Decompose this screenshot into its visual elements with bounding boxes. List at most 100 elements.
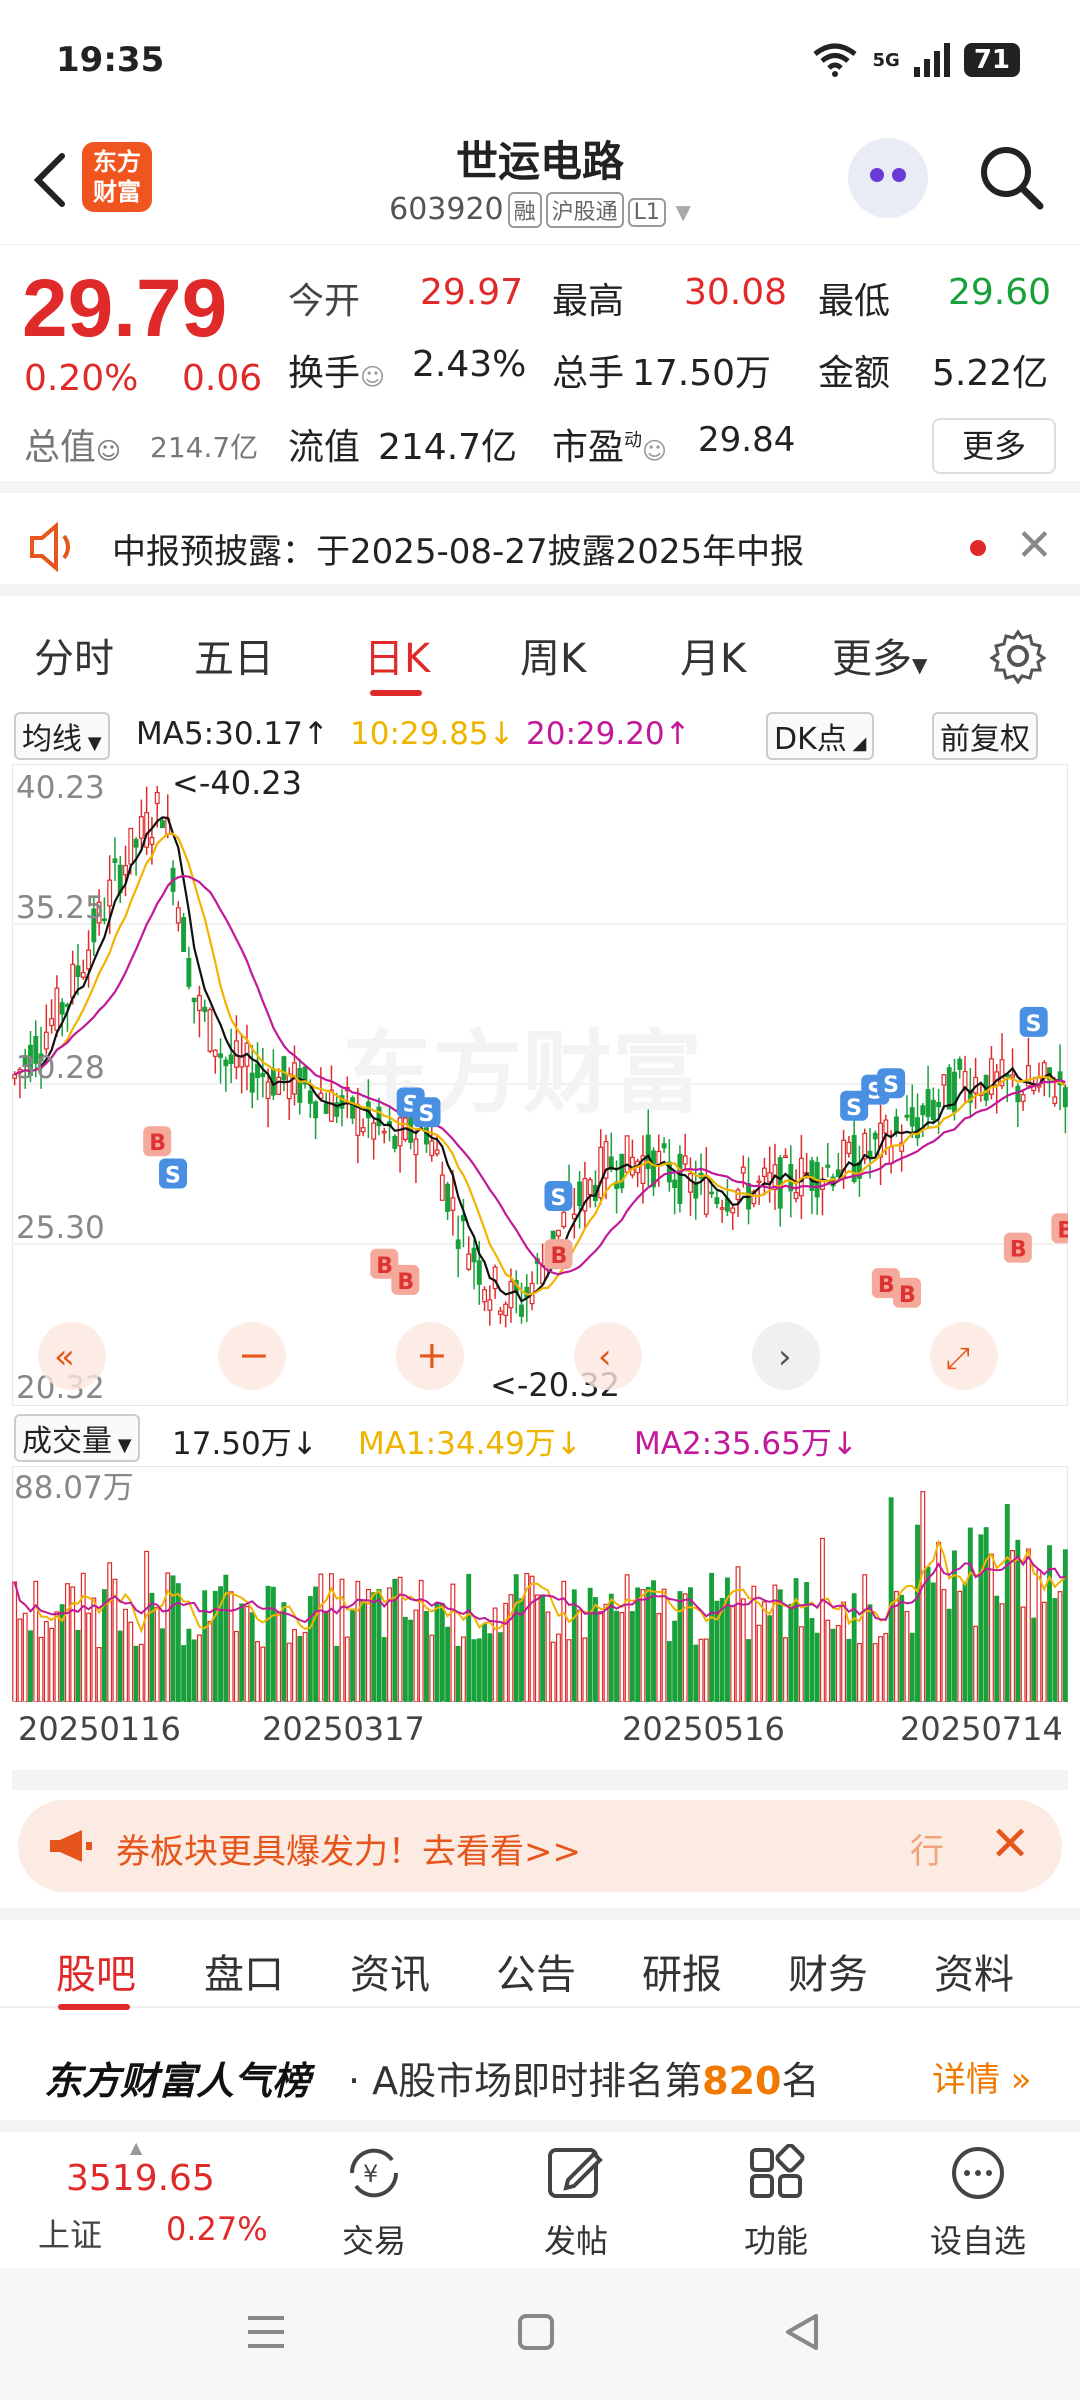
candle-body — [86, 949, 92, 970]
volume-bar — [487, 1633, 493, 1703]
fullscreen-icon[interactable]: ⤢ — [930, 1322, 998, 1390]
buy-marker-label: B — [1010, 1238, 1027, 1263]
more-button[interactable]: 更多 — [932, 418, 1056, 474]
scroll-left-fast-icon[interactable]: « — [38, 1322, 106, 1390]
volume-bar — [12, 1581, 18, 1703]
candle-body — [619, 1153, 625, 1189]
candle-body — [323, 1103, 329, 1114]
tab-profile[interactable]: 资料 — [934, 1942, 1014, 2000]
volume-bar — [22, 1612, 28, 1703]
amount-label: 金额 — [818, 353, 891, 394]
candle-body — [682, 1155, 688, 1165]
bottom-toolbar: ▲ 3519.65 上证 0.27% ¥ 交易 发帖 功能 设自选 — [0, 2134, 1080, 2268]
volume-bar — [1015, 1539, 1021, 1703]
tab-more[interactable]: 更多▼ — [832, 626, 927, 684]
high-label: 最高 — [552, 281, 625, 322]
adjust-selector[interactable]: 前复权 — [932, 712, 1038, 760]
dk-point-selector[interactable]: DK点 ◢ — [766, 712, 875, 760]
scroll-left-icon[interactable]: ‹ — [574, 1322, 642, 1390]
volume-bar — [788, 1603, 794, 1703]
menu-icon[interactable] — [246, 2314, 286, 2350]
volume-bar — [941, 1589, 947, 1703]
tab-5day[interactable]: 五日 — [194, 626, 274, 684]
candlestick-chart[interactable]: 东方财富 BSSSBBSBBBSSSSBB 40.23 35.25 30.28 … — [11, 763, 1080, 1407]
zoom-out-icon[interactable]: − — [218, 1322, 286, 1390]
volume-bar — [123, 1608, 128, 1703]
zoom-in-icon[interactable]: + — [396, 1322, 464, 1390]
tab-daily-k[interactable]: 日K — [364, 626, 430, 684]
home-icon[interactable] — [516, 2312, 556, 2352]
candle-body — [936, 1101, 942, 1108]
ma-selector[interactable]: 均线 ▼ — [14, 712, 110, 760]
post-button[interactable]: 发帖 — [516, 2144, 636, 2262]
candle-body — [376, 1106, 382, 1127]
candle-body — [149, 837, 155, 845]
scroll-right-icon[interactable]: › — [752, 1322, 820, 1390]
candle-body — [503, 1303, 509, 1316]
candle-body — [59, 1002, 65, 1015]
tab-intraday[interactable]: 分时 — [34, 626, 114, 684]
tab-research[interactable]: 研报 — [642, 1942, 722, 2000]
volume-bar — [244, 1605, 250, 1703]
assistant-avatar[interactable] — [848, 138, 928, 218]
popularity-rank-bar[interactable]: 东方财富人气榜 · A股市场即时排名第820名 详情 » — [0, 2012, 1080, 2132]
tab-news[interactable]: 资讯 — [350, 1942, 430, 2000]
trade-icon: ¥ — [349, 2148, 399, 2198]
search-icon[interactable] — [976, 142, 1046, 212]
volume-bar — [709, 1572, 715, 1703]
low-value: 29.60 — [948, 272, 1052, 313]
volume-bar — [952, 1550, 957, 1703]
volume-bar — [703, 1638, 709, 1703]
functions-button[interactable]: 功能 — [716, 2144, 836, 2262]
tab-announcements[interactable]: 公告 — [496, 1942, 576, 2000]
volume-bar — [64, 1583, 70, 1703]
candle-body — [191, 997, 197, 1003]
gear-icon[interactable] — [990, 628, 1046, 684]
candle-body — [80, 972, 86, 978]
stock-header: 东方 财富 世运电路 603920 融沪股通 L1 ▼ — [0, 110, 1080, 245]
tab-weekly-k[interactable]: 周K — [520, 626, 586, 684]
rank-text: · A股市场即时排名第820名 — [348, 2059, 820, 2103]
volume-selector[interactable]: 成交量 ▼ — [14, 1414, 140, 1462]
volume-bar — [915, 1524, 920, 1703]
scroll-track[interactable] — [12, 1770, 1068, 1790]
volume-bar — [128, 1621, 134, 1703]
close-icon[interactable]: ✕ — [1016, 520, 1053, 571]
wifi-icon — [812, 43, 857, 77]
candle-body — [577, 1181, 583, 1207]
candle-body — [212, 1049, 218, 1057]
close-icon[interactable]: ✕ — [990, 1816, 1030, 1872]
candle-body — [154, 792, 160, 805]
candle-body — [672, 1179, 678, 1188]
trade-button[interactable]: ¥ 交易 — [314, 2144, 434, 2262]
volume-bar — [978, 1534, 984, 1703]
add-watchlist-button[interactable]: 设自选 — [918, 2144, 1038, 2262]
rank-detail-link[interactable]: 详情 » — [932, 2052, 1032, 2101]
tab-order-book[interactable]: 盘口 — [204, 1942, 284, 2000]
volume-indicator-bar: 成交量 ▼ 17.50万↓ MA1:34.49万↓ MA2:35.65万↓ — [0, 1410, 1080, 1462]
index-value[interactable]: 3519.65 — [66, 2158, 215, 2199]
volume-chart[interactable]: 88.07万 — [11, 1465, 1069, 1703]
tab-monthly-k[interactable]: 月K — [680, 626, 746, 684]
svg-text:−: − — [238, 1333, 270, 1377]
volume-bar — [54, 1611, 60, 1703]
volume-bar — [973, 1625, 979, 1703]
candle-body — [223, 1059, 229, 1067]
tab-financials[interactable]: 财务 — [788, 1942, 868, 2000]
back-nav-icon[interactable] — [782, 2312, 822, 2352]
sell-marker-label: S — [883, 1073, 899, 1098]
tab-guba[interactable]: 股吧 — [56, 1942, 136, 2000]
expand-arrow-icon[interactable]: ▲ — [130, 2138, 142, 2157]
buy-marker-label: B — [878, 1273, 895, 1298]
candle-body — [286, 1073, 292, 1100]
promo-banner[interactable]: 券板块更具爆发力！去看看>> 行 ✕ — [18, 1800, 1062, 1892]
margin-tag: 融 — [507, 192, 542, 228]
notice-bar[interactable]: 中报预披露：于2025-08-27披露2025年中报 ✕ — [0, 500, 1080, 596]
volume-bar — [988, 1553, 994, 1703]
volume-bar — [994, 1595, 1000, 1703]
candle-body — [946, 1067, 952, 1110]
date-tick-4: 20250714 — [900, 1710, 1063, 1748]
volume-bar — [1004, 1503, 1010, 1703]
volume-bar — [286, 1642, 292, 1703]
volume-bar — [730, 1605, 736, 1703]
